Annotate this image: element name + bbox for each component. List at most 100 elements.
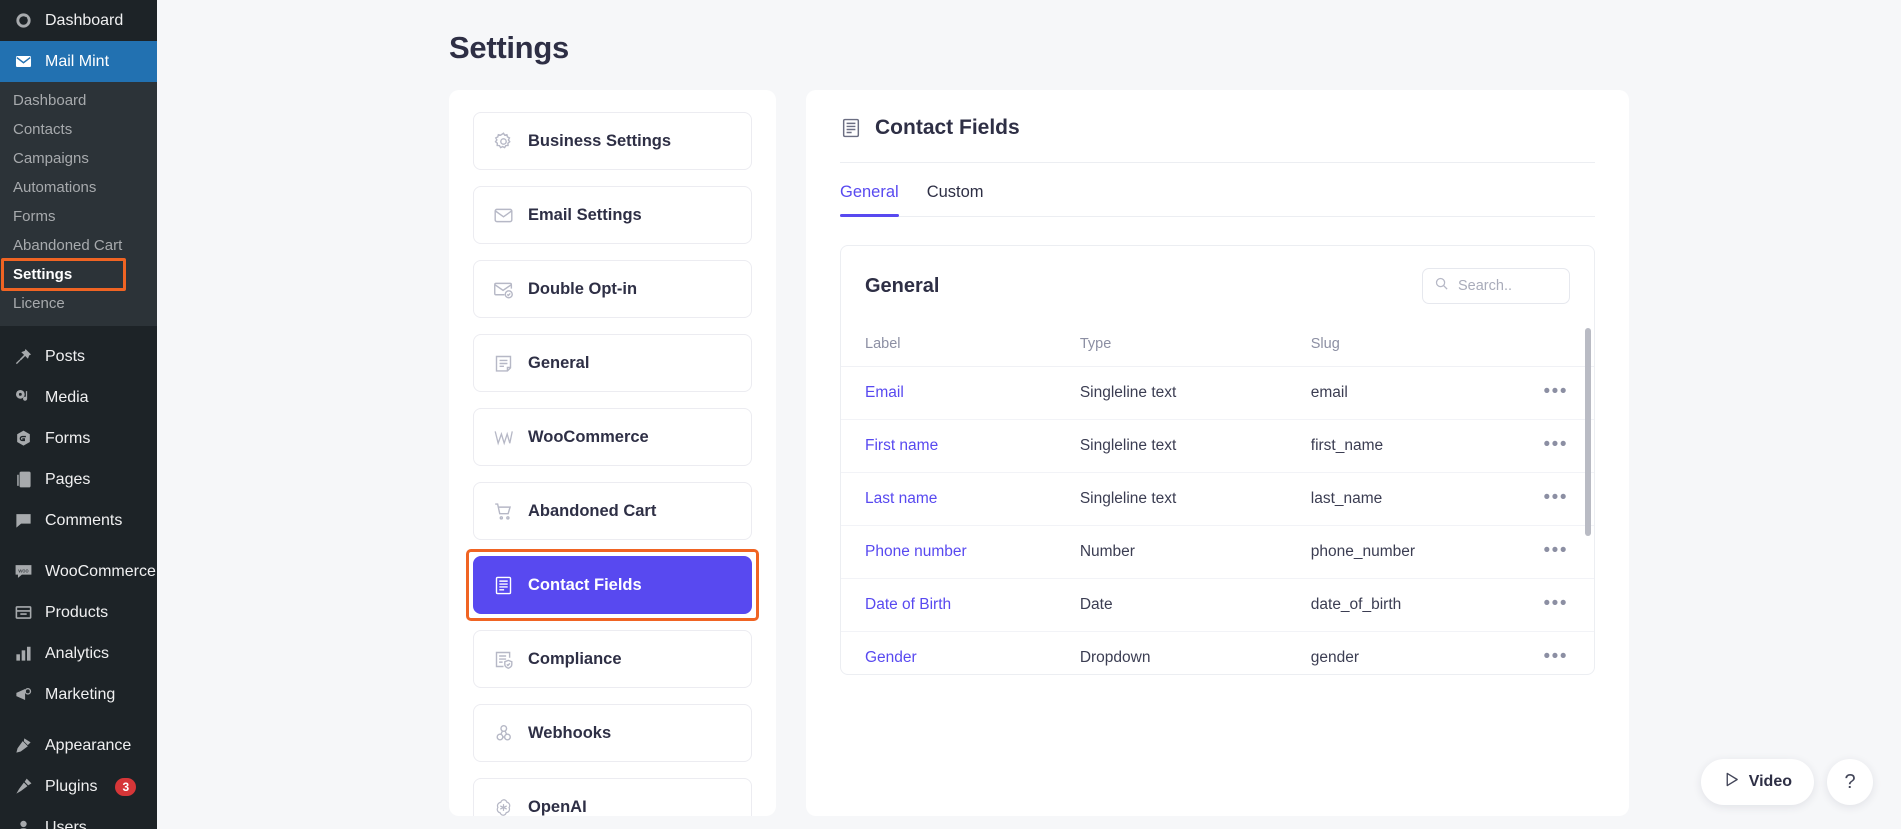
- cell-slug: first_name: [1311, 420, 1544, 473]
- settings-nav-webhooks[interactable]: Webhooks: [473, 704, 752, 762]
- row-actions-icon[interactable]: •••: [1544, 487, 1568, 508]
- floating-actions: Video ?: [1701, 759, 1873, 805]
- settings-nav-email-settings[interactable]: Email Settings: [473, 186, 752, 244]
- users-icon: [12, 817, 34, 829]
- table-scroll-area: Label Type Slug Email Singleline text: [841, 326, 1594, 674]
- settings-nav-abandoned-cart[interactable]: Abandoned Cart: [473, 482, 752, 540]
- settings-nav-contact-fields[interactable]: Contact Fields: [473, 556, 752, 614]
- cell-type: Number: [1080, 526, 1311, 579]
- submenu-item-settings[interactable]: Settings: [0, 260, 157, 289]
- row-actions-icon[interactable]: •••: [1544, 381, 1568, 402]
- sidebar-item-posts[interactable]: Posts: [0, 336, 157, 377]
- submenu-item-automations[interactable]: Automations: [0, 173, 157, 202]
- sidebar-item-products[interactable]: Products: [0, 592, 157, 633]
- table-scrollbar[interactable]: [1585, 328, 1591, 536]
- sidebar-item-plugins[interactable]: Plugins 3: [0, 766, 157, 807]
- row-actions-icon[interactable]: •••: [1544, 434, 1568, 455]
- settings-nav-label: Double Opt-in: [528, 280, 637, 299]
- contact-fields-icon: [492, 574, 514, 596]
- dashboard-icon: [12, 10, 34, 32]
- sidebar-item-label: Posts: [45, 348, 85, 366]
- sidebar-item-comments[interactable]: Comments: [0, 500, 157, 541]
- sidebar-item-pages[interactable]: Pages: [0, 459, 157, 500]
- document-icon: [492, 352, 514, 374]
- submenu-item-campaigns[interactable]: Campaigns: [0, 144, 157, 173]
- cell-actions: •••: [1544, 579, 1594, 632]
- table-head: Label Type Slug: [841, 326, 1594, 367]
- main-content: Settings Business Settings Email Setting…: [157, 0, 1901, 829]
- sidebar-item-label: Users: [45, 819, 87, 829]
- submenu-item-dashboard[interactable]: Dashboard: [0, 86, 157, 115]
- sidebar-item-label: WooCommerce: [45, 563, 156, 581]
- appearance-icon: [12, 735, 34, 757]
- app-root: Dashboard Mail Mint Dashboard Contacts C…: [0, 0, 1901, 829]
- sidebar-item-dashboard[interactable]: Dashboard: [0, 0, 157, 41]
- search-icon: [1434, 276, 1449, 296]
- submenu-row: Licence: [0, 289, 157, 318]
- sidebar-item-label: Marketing: [45, 686, 115, 704]
- settings-nav-label: Contact Fields: [528, 576, 642, 595]
- sidebar-item-mail-mint[interactable]: Mail Mint: [0, 41, 157, 82]
- tab-general[interactable]: General: [840, 183, 899, 216]
- field-link-gender[interactable]: Gender: [865, 649, 917, 666]
- settings-nav-general[interactable]: General: [473, 334, 752, 392]
- svg-text:woo: woo: [17, 568, 28, 574]
- cell-type: Singleline text: [1080, 473, 1311, 526]
- cell-label: Email: [841, 367, 1080, 420]
- sidebar-item-media[interactable]: Media: [0, 377, 157, 418]
- cell-slug: email: [1311, 367, 1544, 420]
- cart-icon: [492, 500, 514, 522]
- settings-nav-openai[interactable]: OpenAI: [473, 778, 752, 816]
- table-row: Last name Singleline text last_name •••: [841, 473, 1594, 526]
- submenu-item-forms[interactable]: Forms: [0, 202, 157, 231]
- sidebar-item-label: Mail Mint: [45, 53, 109, 71]
- sidebar-item-forms[interactable]: Forms: [0, 418, 157, 459]
- fields-table-card: General Label: [840, 245, 1595, 675]
- field-link-first-name[interactable]: First name: [865, 437, 938, 454]
- sidebar-divider: [0, 326, 157, 336]
- sidebar-item-woocommerce[interactable]: woo WooCommerce: [0, 551, 157, 592]
- table-row: First name Singleline text first_name ••…: [841, 420, 1594, 473]
- submenu-item-contacts[interactable]: Contacts: [0, 115, 157, 144]
- media-icon: [12, 387, 34, 409]
- row-actions-icon[interactable]: •••: [1544, 540, 1568, 561]
- settings-nav-label: Webhooks: [528, 724, 611, 743]
- submenu-item-abandoned-cart[interactable]: Abandoned Cart: [0, 231, 157, 260]
- products-icon: [12, 602, 34, 624]
- tab-custom[interactable]: Custom: [927, 183, 984, 216]
- settings-nav-label: Abandoned Cart: [528, 502, 656, 521]
- settings-nav-woocommerce[interactable]: WooCommerce: [473, 408, 752, 466]
- sidebar-item-users[interactable]: Users: [0, 807, 157, 829]
- field-link-phone-number[interactable]: Phone number: [865, 543, 967, 560]
- video-button[interactable]: Video: [1701, 759, 1814, 805]
- forms-icon: [12, 428, 34, 450]
- search-input[interactable]: [1458, 278, 1558, 294]
- submenu-item-licence[interactable]: Licence: [0, 289, 157, 318]
- settings-nav-double-opt-in[interactable]: Double Opt-in: [473, 260, 752, 318]
- row-actions-icon[interactable]: •••: [1544, 593, 1568, 614]
- field-link-email[interactable]: Email: [865, 384, 904, 401]
- pin-icon: [12, 346, 34, 368]
- sidebar-item-appearance[interactable]: Appearance: [0, 725, 157, 766]
- video-button-label: Video: [1749, 773, 1792, 791]
- settings-nav-business-settings[interactable]: Business Settings: [473, 112, 752, 170]
- field-link-last-name[interactable]: Last name: [865, 490, 937, 507]
- search-box[interactable]: [1422, 268, 1570, 304]
- panel-title: Contact Fields: [875, 116, 1020, 140]
- envelope-check-icon: [492, 278, 514, 300]
- sidebar-item-analytics[interactable]: Analytics: [0, 633, 157, 674]
- sidebar-item-marketing[interactable]: Marketing: [0, 674, 157, 715]
- settings-nav-label: OpenAI: [528, 798, 587, 817]
- settings-nav-compliance[interactable]: Compliance: [473, 630, 752, 688]
- submenu-row: Campaigns: [0, 144, 157, 173]
- column-header-label: Label: [841, 326, 1080, 367]
- row-actions-icon[interactable]: •••: [1544, 646, 1568, 667]
- help-button[interactable]: ?: [1827, 759, 1873, 805]
- marketing-icon: [12, 684, 34, 706]
- field-link-date-of-birth[interactable]: Date of Birth: [865, 596, 951, 613]
- settings-nav-card: Business Settings Email Settings Double …: [449, 90, 776, 816]
- play-icon: [1723, 771, 1740, 793]
- sidebar-item-label: Comments: [45, 512, 122, 530]
- settings-nav-label: Business Settings: [528, 132, 671, 151]
- woocommerce-icon: woo: [12, 561, 34, 583]
